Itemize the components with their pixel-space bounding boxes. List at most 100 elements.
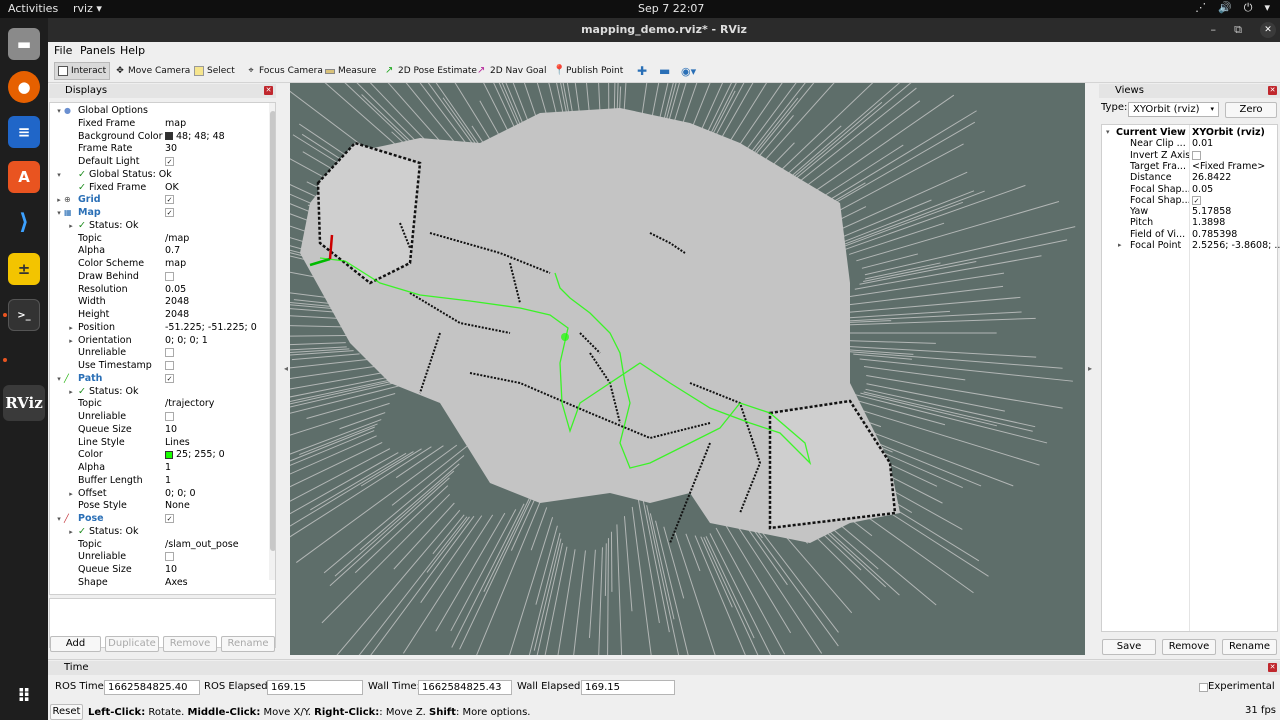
display-property-row[interactable]: ▸ Position -51.225; -51.225; 0 [50,322,268,335]
display-property-row[interactable]: Pose Style None [50,500,268,513]
property-checkbox[interactable] [165,412,174,421]
display-property-row[interactable]: Frame Rate 30 [50,143,268,156]
calculator-icon[interactable]: ± [8,253,40,285]
display-property-row[interactable]: Topic/map [50,233,268,246]
property-value[interactable]: 2048 [165,309,189,322]
view-property-value[interactable]: XYOrbit (rviz) [1192,127,1265,138]
activities-button[interactable]: Activities [8,2,58,15]
display-property-row[interactable]: Buffer Length 1 [50,475,268,488]
property-value[interactable] [165,271,174,284]
display-property-row[interactable]: Width 2048 [50,296,268,309]
expand-right-icon[interactable]: ▸ [66,488,76,501]
color-swatch[interactable] [165,132,173,140]
view-property-row[interactable]: Invert Z Axis [1102,150,1278,161]
property-checkbox[interactable]: ✓ [165,157,174,166]
property-value[interactable]: 10 [165,564,177,577]
software-center-icon[interactable]: A [8,161,40,193]
property-value[interactable]: 0.7 [165,245,180,258]
property-value[interactable]: map [165,118,186,131]
remove-tool-icon[interactable]: ▬ [656,62,673,80]
terminal-icon[interactable]: >_ [8,299,40,331]
expand-down-icon[interactable]: ▾ [54,105,64,118]
property-value[interactable]: -51.225; -51.225; 0 [165,322,257,335]
property-value[interactable]: ✓ [165,207,174,220]
expand-down-icon[interactable]: ▾ [54,373,64,386]
maximize-icon[interactable]: ⧉ [1234,18,1242,42]
expand-down-icon[interactable]: ▾ [54,513,64,526]
expand-right-icon[interactable]: ▸ [66,322,76,335]
expand-right-icon[interactable]: ▸ [66,335,76,348]
property-value[interactable]: ✓ [165,156,174,169]
view-property-row[interactable]: Focal Shap... 0.05 [1102,184,1278,195]
duplicate-display-button[interactable]: Duplicate [105,636,159,652]
remove-display-button[interactable]: Remove [163,636,217,652]
reset-button[interactable]: Reset [50,704,83,720]
display-property-row[interactable]: ▾ ✓ Global Status: Ok [50,169,268,182]
expand-down-icon[interactable]: ▾ [54,207,64,220]
display-property-row[interactable]: Unreliable [50,411,268,424]
expand-right-icon[interactable]: ▸ [66,220,76,233]
display-property-row[interactable]: Use Timestamp [50,360,268,373]
clock[interactable]: Sep 7 22:07 [638,2,704,15]
view-property-row[interactable]: Distance 26.8422 [1102,172,1278,183]
display-property-row[interactable]: ▾ Path ╱ ✓ [50,373,268,386]
display-property-row[interactable]: ▾ Pose ╱ ✓ [50,513,268,526]
property-value[interactable]: map [165,258,186,271]
close-icon[interactable]: ✕ [264,86,273,95]
close-icon[interactable]: ✕ [1268,86,1277,95]
add-display-button[interactable]: Add [50,636,101,652]
view-type-select[interactable]: XYOrbit (rviz) ▾ [1128,102,1219,117]
property-value[interactable] [165,411,174,424]
property-checkbox[interactable] [165,271,174,281]
add-tool-icon[interactable]: ✚ [634,62,650,80]
property-value[interactable] [165,347,174,360]
zero-button[interactable]: Zero [1225,102,1277,118]
collapse-right-icon[interactable]: ▸ [1088,364,1092,373]
experimental-checkbox[interactable] [1199,683,1208,692]
property-value[interactable]: 0; 0; 0 [165,488,196,501]
power-icon[interactable]: ⏻ [1244,1,1253,15]
view-property-value[interactable]: <Fixed Frame> [1192,161,1265,172]
save-view-button[interactable]: Save [1102,639,1156,655]
menu-panels[interactable]: Panels [80,44,115,57]
property-value[interactable]: /slam_out_pose [165,539,239,552]
display-property-row[interactable]: Color Scheme map [50,258,268,271]
display-property-row[interactable]: Line Style Lines [50,437,268,450]
view-property-value[interactable]: 1.3898 [1192,217,1225,228]
collapse-left-icon[interactable]: ◂ [284,364,288,373]
property-value[interactable]: 0.05 [165,284,186,297]
view-property-value[interactable]: 0.05 [1192,184,1213,195]
close-icon[interactable]: ✕ [1260,22,1276,38]
expand-right-icon[interactable]: ▸ [66,526,76,539]
property-value[interactable] [165,551,174,564]
display-property-row[interactable]: Queue Size 10 [50,564,268,577]
displays-scrollbar[interactable] [269,103,275,580]
view-property-row[interactable]: ▸ Focal Point 2.5256; -3.8608; ... [1102,240,1280,251]
firefox-icon[interactable]: ● [8,71,40,103]
close-icon[interactable]: ✕ [1268,663,1277,672]
property-value[interactable]: 0; 0; 0; 1 [165,335,208,348]
tool-move-camera[interactable]: ✥ Move Camera [112,62,193,80]
property-value[interactable]: 1 [165,462,171,475]
property-value[interactable]: ✓ [165,194,174,207]
display-property-row[interactable]: Fixed Frame map [50,118,268,131]
ros-time-field[interactable]: 1662584825.40 [104,680,200,695]
expand-right-icon[interactable]: ▸ [1118,240,1122,251]
property-checkbox[interactable]: ✓ [165,514,174,523]
rviz-icon[interactable]: RViz [3,385,45,421]
display-property-row[interactable]: ▸ Grid ⊕ ✓ [50,194,268,207]
menu-file[interactable]: File [54,44,72,57]
property-value[interactable]: Lines [165,437,190,450]
files-icon[interactable]: ▬ [8,28,40,60]
view-property-row[interactable]: Yaw 5.17858 [1102,206,1278,217]
display-property-row[interactable]: Default Light ✓ [50,156,268,169]
view-property-row[interactable]: Near Clip ... 0.01 [1102,138,1278,149]
wall-elapsed-field[interactable]: 169.15 [581,680,675,695]
rename-view-button[interactable]: Rename [1222,639,1277,655]
display-property-row[interactable]: Unreliable [50,347,268,360]
displays-tree[interactable]: ▾ Global Options ● Fixed Frame map Background… [49,102,276,595]
property-checkbox[interactable]: ✓ [165,373,174,383]
property-value[interactable]: Axes [165,577,188,590]
view-property-row[interactable]: Focal Shap... ✓ [1102,195,1278,206]
display-property-row[interactable]: ▸ ✓ Status: Ok [50,526,268,539]
